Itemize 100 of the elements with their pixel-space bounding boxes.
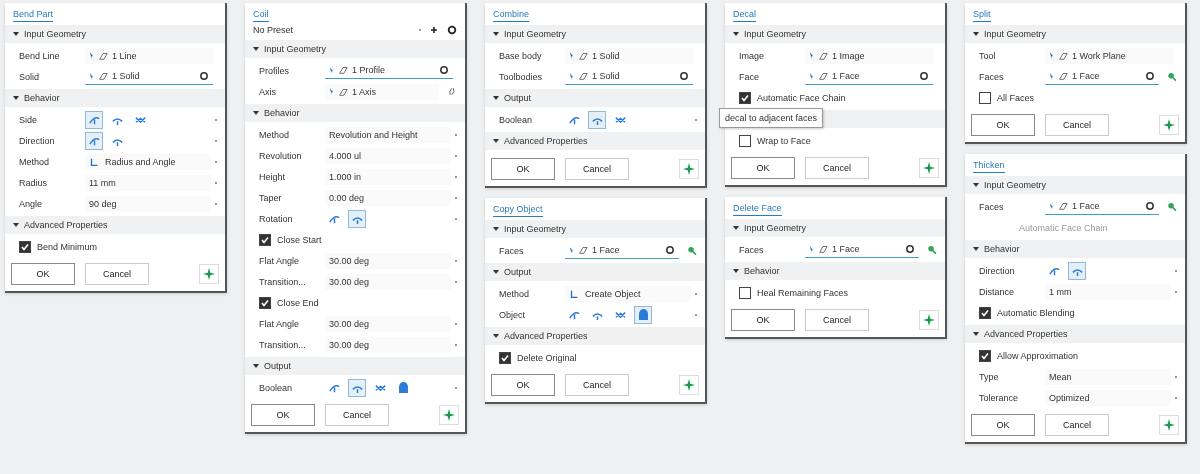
section-header[interactable]: Input Geometry	[965, 176, 1185, 194]
section-header[interactable]: Input Geometry	[5, 25, 225, 43]
collapse-arrow-icon[interactable]	[733, 225, 739, 231]
apply-button[interactable]	[679, 375, 699, 395]
dialog-button[interactable]: OK	[731, 309, 795, 331]
input-field[interactable]: 11 mm	[85, 174, 212, 191]
clear-icon[interactable]	[679, 71, 689, 81]
clear-icon[interactable]	[1145, 71, 1156, 81]
collapse-arrow-icon[interactable]	[13, 222, 19, 228]
section-header[interactable]: Behavior	[725, 262, 945, 280]
collapse-arrow-icon[interactable]	[253, 363, 259, 369]
input-field[interactable]: 90 deg	[85, 195, 212, 212]
flip-icon[interactable]	[447, 86, 457, 97]
preset-dropdown[interactable]: No Preset	[253, 25, 411, 35]
collapse-arrow-icon[interactable]	[253, 46, 259, 52]
dialog-button[interactable]: OK	[971, 114, 1035, 136]
plus-icon[interactable]	[429, 25, 439, 35]
option-button[interactable]	[85, 110, 103, 129]
dialog-button[interactable]: OK	[11, 263, 75, 285]
section-header[interactable]: Advanced Properties	[965, 325, 1185, 343]
option-button[interactable]	[348, 378, 366, 397]
section-header[interactable]: Input Geometry	[245, 40, 465, 58]
input-field[interactable]: 30.00 deg	[325, 315, 452, 332]
dialog-button[interactable]: Cancel	[85, 263, 149, 285]
dialog-button[interactable]: OK	[731, 157, 795, 179]
section-header[interactable]: Behavior	[965, 240, 1185, 258]
dialog-title[interactable]: Coil	[253, 9, 269, 22]
dropdown[interactable]: Create Object	[565, 285, 692, 302]
section-header[interactable]: Output	[485, 89, 705, 107]
dropdown[interactable]: Mean	[1045, 368, 1172, 385]
apply-button[interactable]	[919, 158, 939, 178]
apply-button[interactable]	[1159, 115, 1179, 135]
dialog-title[interactable]: Thicken	[973, 160, 1005, 173]
selection-field[interactable]: 1 Axis	[325, 83, 440, 100]
collapse-arrow-icon[interactable]	[733, 268, 739, 274]
apply-button[interactable]	[1159, 415, 1179, 435]
collapse-arrow-icon[interactable]	[493, 269, 499, 275]
checkbox[interactable]	[739, 91, 751, 104]
dropdown[interactable]: Optimized	[1045, 389, 1172, 406]
collapse-arrow-icon[interactable]	[493, 95, 499, 101]
checkbox[interactable]	[979, 91, 991, 104]
clear-icon[interactable]	[905, 244, 916, 254]
selection-field[interactable]: 1 Work Plane	[1045, 47, 1173, 64]
clear-icon[interactable]	[665, 245, 676, 255]
filter-icon[interactable]	[687, 245, 697, 256]
collapse-arrow-icon[interactable]	[973, 246, 979, 252]
checkbox[interactable]	[19, 240, 31, 253]
apply-button[interactable]	[439, 405, 459, 425]
input-field[interactable]: 4.000 ul	[325, 147, 452, 164]
section-header[interactable]: Advanced Properties	[5, 216, 225, 234]
section-header[interactable]: Input Geometry	[725, 219, 945, 237]
collapse-arrow-icon[interactable]	[253, 110, 259, 116]
selection-field[interactable]: 1 Image	[805, 47, 933, 64]
collapse-arrow-icon[interactable]	[973, 182, 979, 188]
option-button[interactable]	[348, 209, 366, 228]
dropdown[interactable]: Radius and Angle	[85, 153, 212, 170]
dialog-button[interactable]: OK	[971, 414, 1035, 436]
selection-field[interactable]: 1 Line	[85, 47, 213, 64]
dialog-title[interactable]: Decal	[733, 9, 756, 22]
section-header[interactable]: Output	[485, 263, 705, 281]
apply-button[interactable]	[199, 264, 219, 284]
filter-icon[interactable]	[927, 244, 937, 255]
collapse-arrow-icon[interactable]	[973, 31, 979, 37]
dialog-title[interactable]: Split	[973, 9, 991, 22]
dialog-title[interactable]: Combine	[493, 9, 530, 22]
checkbox[interactable]	[979, 349, 991, 362]
collapse-arrow-icon[interactable]	[493, 31, 499, 37]
dialog-title[interactable]: Delete Face	[733, 203, 782, 216]
checkbox[interactable]	[259, 233, 271, 246]
option-button[interactable]	[634, 305, 652, 324]
input-field[interactable]: 1 mm	[1045, 283, 1172, 300]
section-header[interactable]: Input Geometry	[725, 25, 945, 43]
collapse-arrow-icon[interactable]	[13, 95, 19, 101]
dialog-button[interactable]: OK	[491, 158, 555, 180]
collapse-arrow-icon[interactable]	[493, 333, 499, 339]
section-header[interactable]: Advanced Properties	[485, 132, 705, 150]
option-button[interactable]	[1068, 261, 1086, 280]
section-header[interactable]: Input Geometry	[485, 25, 705, 43]
option-button[interactable]	[85, 131, 103, 150]
collapse-arrow-icon[interactable]	[973, 331, 979, 337]
input-field[interactable]: 30.00 deg	[325, 252, 452, 269]
section-header[interactable]: Output	[245, 357, 465, 375]
input-field[interactable]: 0.00 deg	[325, 189, 452, 206]
dropdown[interactable]: Revolution and Height	[325, 126, 452, 143]
clear-icon[interactable]	[439, 65, 449, 75]
dialog-button[interactable]: Cancel	[805, 157, 869, 179]
option-button[interactable]	[588, 110, 606, 129]
dialog-button[interactable]: Cancel	[1045, 114, 1109, 136]
checkbox[interactable]	[499, 351, 511, 364]
dialog-button[interactable]: OK	[491, 374, 555, 396]
apply-button[interactable]	[919, 310, 939, 330]
section-header[interactable]: Input Geometry	[965, 25, 1185, 43]
checkbox[interactable]	[739, 134, 751, 147]
clear-icon[interactable]	[199, 71, 209, 81]
input-field[interactable]: 30.00 deg	[325, 336, 452, 353]
dialog-button[interactable]: Cancel	[565, 374, 629, 396]
dialog-button[interactable]: Cancel	[565, 158, 629, 180]
section-header[interactable]: Input Geometry	[485, 220, 705, 238]
checkbox[interactable]	[739, 286, 751, 299]
input-field[interactable]: 1.000 in	[325, 168, 452, 185]
